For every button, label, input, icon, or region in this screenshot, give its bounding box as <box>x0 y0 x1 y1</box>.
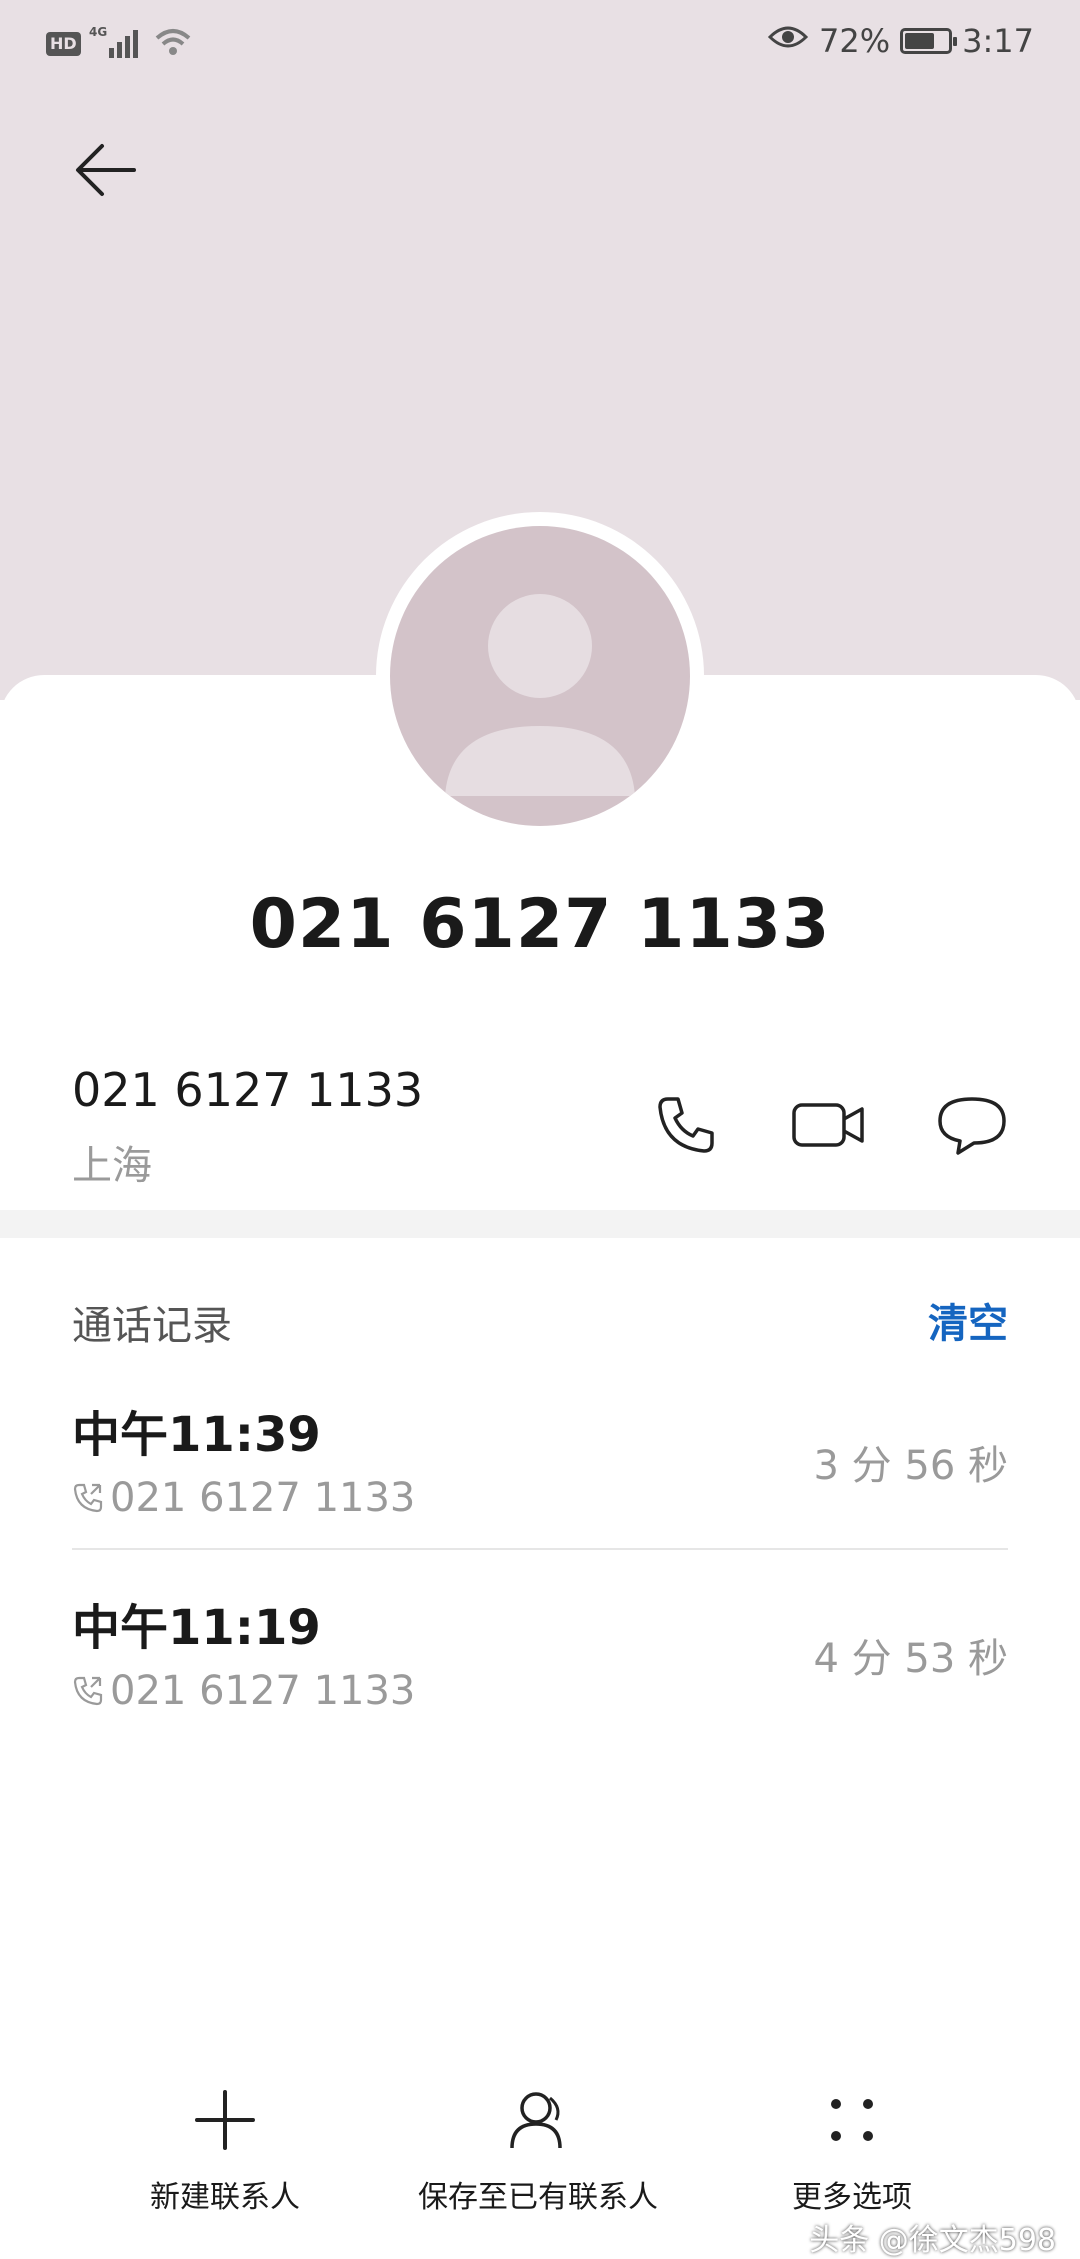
call-log-title: 通话记录 <box>72 1303 232 1349</box>
call-log-item[interactable]: 中午11:19 021 6127 1133 4 分 53 秒 <box>72 1578 1008 1753</box>
video-call-icon <box>792 1103 864 1147</box>
new-contact-button[interactable]: 新建联系人 <box>150 2080 300 2216</box>
call-number: 021 6127 1133 <box>110 1475 416 1521</box>
status-left: HD 4G <box>46 24 193 64</box>
call-time: 中午11:19 <box>72 1600 321 1656</box>
watermark: 头条 @徐文杰598 <box>809 2223 1056 2258</box>
person-silhouette-icon <box>445 594 635 796</box>
save-to-existing-label: 保存至已有联系人 <box>418 2180 658 2215</box>
video-call-button[interactable] <box>788 1085 868 1165</box>
battery-fill <box>905 33 935 49</box>
phone-icon <box>658 1097 714 1153</box>
back-button[interactable] <box>66 130 146 210</box>
new-contact-label: 新建联系人 <box>150 2180 300 2215</box>
call-log-header: 通话记录 清空 <box>72 1285 1008 1355</box>
call-log-item[interactable]: 中午11:39 021 6127 1133 3 分 56 秒 <box>72 1385 1008 1560</box>
network-type: 4G <box>89 25 107 39</box>
message-button[interactable] <box>932 1085 1012 1165</box>
more-dots-icon <box>812 2080 892 2160</box>
more-options-button[interactable]: 更多选项 <box>792 2080 912 2216</box>
call-button[interactable] <box>646 1085 726 1165</box>
avatar <box>390 526 690 826</box>
back-arrow-icon <box>76 144 136 196</box>
status-right: 72% 3:17 <box>767 22 1034 60</box>
number-location: 上海 <box>72 1143 152 1189</box>
call-sub: 021 6127 1133 <box>72 1668 415 1714</box>
phone-number: 021 6127 1133 <box>72 1063 424 1117</box>
clock: 3:17 <box>962 22 1034 60</box>
section-divider <box>0 1210 1080 1238</box>
incoming-call-icon <box>73 1676 103 1706</box>
signal-icon: 4G <box>89 24 145 64</box>
incoming-call-icon <box>73 1483 103 1513</box>
call-number: 021 6127 1133 <box>110 1668 416 1714</box>
call-time: 中午11:39 <box>72 1407 321 1463</box>
plus-icon <box>185 2080 265 2160</box>
call-duration: 3 分 56 秒 <box>813 1443 1009 1489</box>
call-duration: 4 分 53 秒 <box>813 1636 1009 1682</box>
wifi-icon <box>153 24 193 64</box>
more-options-label: 更多选项 <box>792 2180 912 2215</box>
call-item-divider <box>72 1548 1008 1550</box>
message-icon <box>938 1097 1006 1155</box>
save-to-existing-button[interactable]: 保存至已有联系人 <box>418 2080 658 2216</box>
battery-icon <box>900 28 958 54</box>
call-sub: 021 6127 1133 <box>72 1475 415 1521</box>
avatar-ring <box>376 512 704 840</box>
battery-percent: 72% <box>819 22 891 60</box>
hd-badge: HD <box>46 32 81 56</box>
eye-icon <box>767 22 809 60</box>
person-icon <box>498 2080 578 2160</box>
clear-call-log-button[interactable]: 清空 <box>928 1291 1008 1349</box>
contact-title-number: 021 6127 1133 <box>249 885 831 964</box>
status-bar: HD 4G 72% 3:17 <box>0 0 1080 90</box>
number-row: 021 6127 1133 上海 <box>72 1055 1012 1195</box>
